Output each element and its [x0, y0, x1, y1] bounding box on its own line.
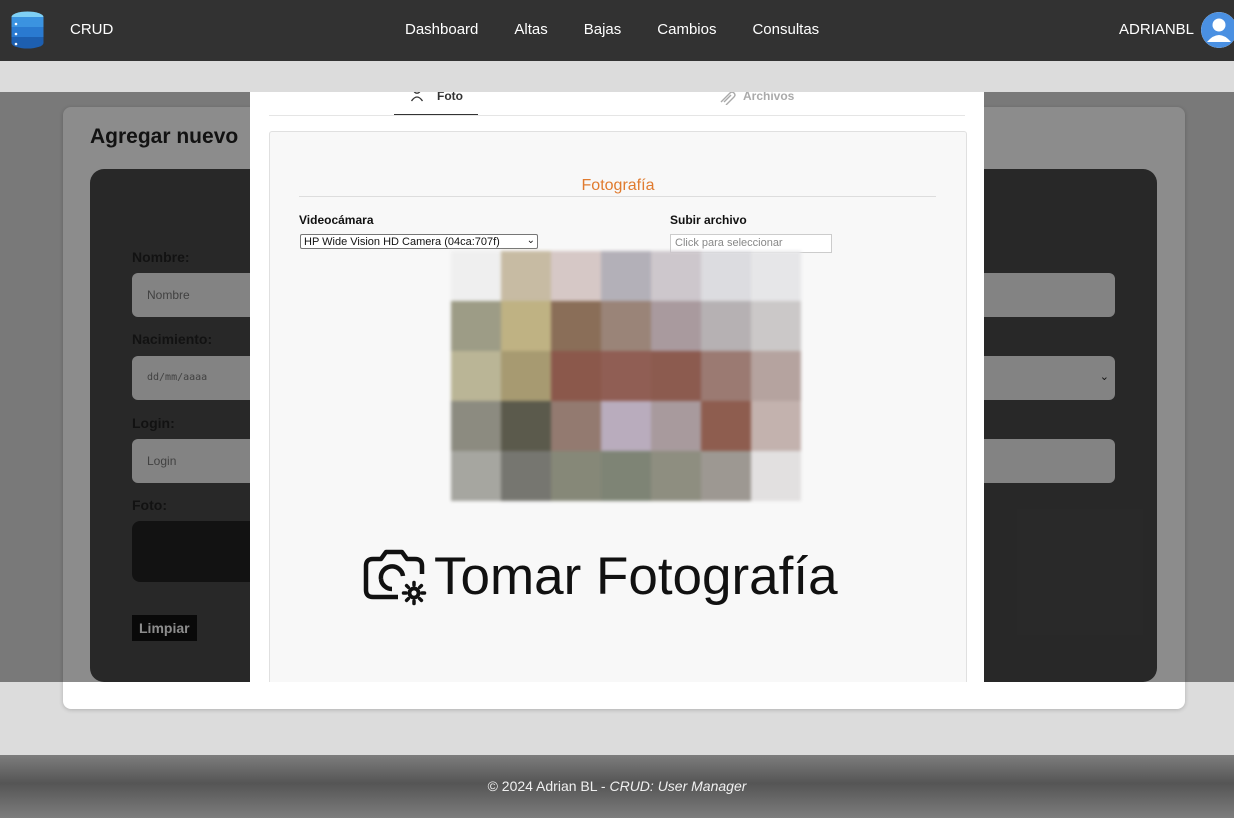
camera-preview [451, 251, 801, 501]
nav-dashboard[interactable]: Dashboard [405, 21, 478, 38]
database-icon[interactable] [11, 11, 44, 49]
user-name[interactable]: ADRIANBL [1119, 21, 1194, 38]
brand-name[interactable]: CRUD [70, 21, 113, 38]
footer-copyright: © 2024 Adrian BL - [487, 778, 610, 794]
take-photo-button[interactable]: Tomar Fotografía [362, 541, 838, 611]
upload-label: Subir archivo [670, 213, 747, 227]
nav-consultas[interactable]: Consultas [752, 21, 819, 38]
tab-archivos[interactable]: Archivos [720, 92, 795, 105]
user-avatar-icon[interactable] [1201, 12, 1234, 48]
camera-settings-icon [363, 549, 427, 606]
top-navbar: CRUD Dashboard Altas Bajas Cambios Consu… [0, 0, 1234, 61]
photo-panel: Fotografía Videocámara Subir archivo HP … [269, 131, 967, 682]
tab-archivos-label: Archivos [743, 92, 795, 103]
paperclip-icon [720, 92, 736, 105]
user-icon [410, 92, 424, 102]
section-divider [299, 196, 936, 197]
main-nav: Dashboard Altas Bajas Cambios Consultas [405, 21, 855, 38]
footer: © 2024 Adrian BL - CRUD: User Manager [0, 755, 1234, 818]
footer-app-name: CRUD: User Manager [609, 778, 747, 794]
sub-bar [0, 61, 1234, 92]
camera-select[interactable]: HP Wide Vision HD Camera (04ca:707f) ⌄ [300, 234, 538, 249]
tab-foto[interactable]: Foto [394, 92, 478, 116]
take-photo-label: Tomar Fotografía [434, 546, 838, 606]
nav-altas[interactable]: Altas [514, 21, 547, 38]
tab-foto-label: Foto [437, 92, 463, 103]
footer-text: © 2024 Adrian BL - CRUD: User Manager [0, 778, 1234, 794]
photo-modal: Foto Archivos Fotografía Videocámara Sub… [250, 92, 984, 682]
tab-divider [269, 115, 965, 116]
nav-bajas[interactable]: Bajas [584, 21, 622, 38]
camera-select-value: HP Wide Vision HD Camera (04ca:707f) [304, 236, 500, 248]
chevron-down-icon: ⌄ [526, 235, 535, 246]
section-title: Fotografía [581, 177, 655, 194]
nav-cambios[interactable]: Cambios [657, 21, 716, 38]
camera-label: Videocámara [299, 213, 374, 227]
